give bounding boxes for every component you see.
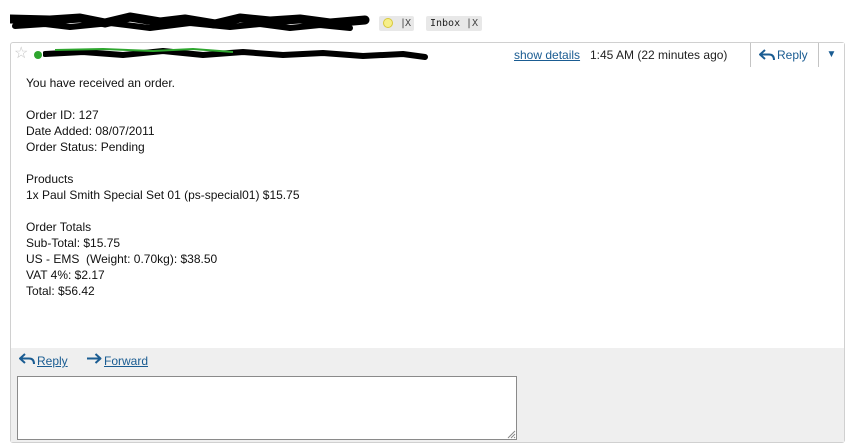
reply-footer: Reply Forward xyxy=(11,348,844,442)
body-line xyxy=(26,155,726,171)
body-line xyxy=(26,91,726,107)
message-card: ☆ show details 1:45 AM (22 minutes ago) … xyxy=(10,42,845,443)
label-inbox-text: Inbox xyxy=(430,18,461,29)
body-line: Order Totals xyxy=(26,220,92,234)
more-actions-dropdown[interactable]: ▼ xyxy=(819,43,844,67)
body-line: Total: $56.42 xyxy=(26,284,95,298)
body-line: Sub-Total: $15.75 xyxy=(26,236,121,250)
resize-grip-icon[interactable] xyxy=(507,430,516,439)
footer-forward-label: Forward xyxy=(104,354,149,368)
reply-arrow-icon xyxy=(759,49,775,61)
message-timestamp: 1:45 AM (22 minutes ago) xyxy=(590,48,728,62)
remove-label-d-button[interactable]: X xyxy=(405,16,411,31)
message-body: You have received an order. Order ID: 12… xyxy=(26,75,726,299)
body-line: Order ID: 127 xyxy=(26,108,99,122)
redacted-subject-scribble xyxy=(10,12,370,31)
subject-row: | X Inbox | X xyxy=(10,11,840,35)
body-line: Order Status: Pending xyxy=(26,140,145,154)
reply-button-label: Reply xyxy=(777,48,808,62)
remove-label-inbox-button[interactable]: X xyxy=(472,16,478,31)
reply-button[interactable]: Reply xyxy=(750,43,819,67)
body-line xyxy=(26,203,726,219)
reply-arrow-icon xyxy=(19,353,35,365)
presence-status-icon xyxy=(34,51,42,59)
body-line: US - EMS (Weight: 0.70kg): $38.50 xyxy=(26,252,218,266)
redacted-sender-scribble xyxy=(43,47,428,60)
body-line: VAT 4%: $2.17 xyxy=(26,268,105,282)
body-line: Products xyxy=(26,172,74,186)
forward-arrow-icon xyxy=(87,353,102,364)
label-chip-inbox[interactable]: Inbox | X xyxy=(426,16,482,31)
label-d-icon xyxy=(383,18,393,28)
star-icon[interactable]: ☆ xyxy=(14,45,28,63)
quick-reply-textarea[interactable] xyxy=(17,376,517,440)
label-chip-d[interactable]: | X xyxy=(379,16,414,31)
body-line: You have received an order. xyxy=(26,76,175,90)
dropdown-arrow-icon: ▼ xyxy=(826,49,837,60)
body-line: Date Added: 08/07/2011 xyxy=(26,124,155,138)
footer-reply-label: Reply xyxy=(37,354,68,368)
body-line: 1x Paul Smith Special Set 01 (ps-special… xyxy=(26,188,300,202)
show-details-link[interactable]: show details xyxy=(514,48,580,62)
message-header: ☆ show details 1:45 AM (22 minutes ago) … xyxy=(11,43,844,69)
